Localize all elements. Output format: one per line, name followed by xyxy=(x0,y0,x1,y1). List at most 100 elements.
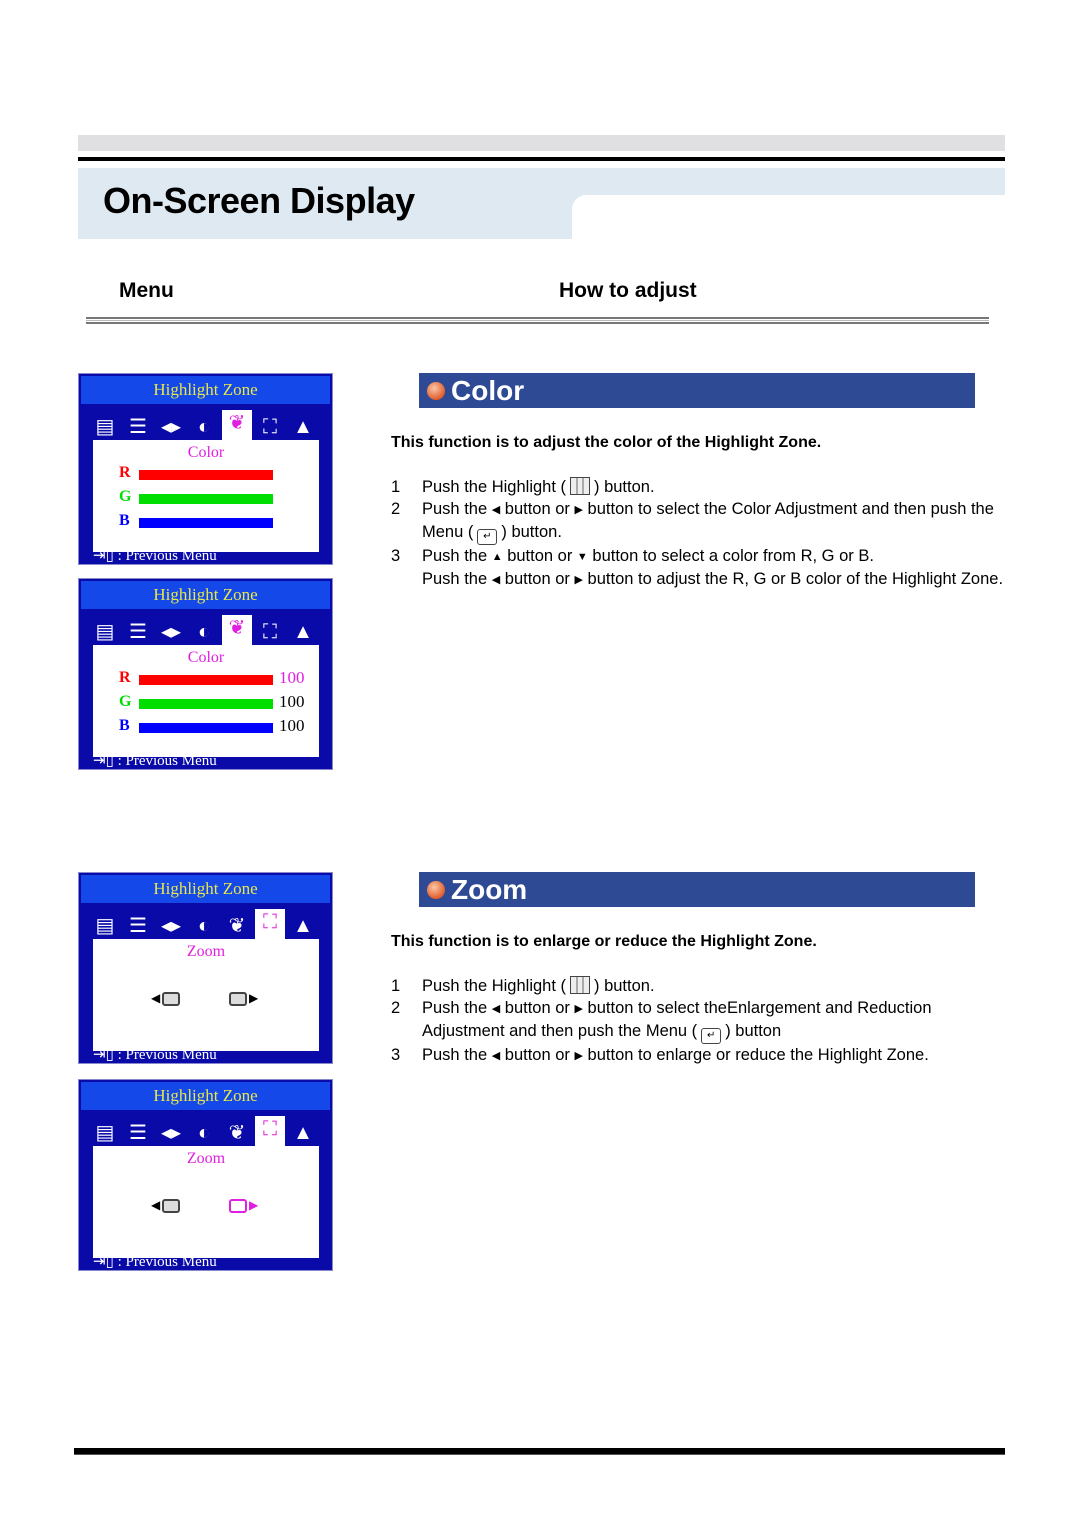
osd-subtitle: Color xyxy=(187,649,225,666)
color-icon: ❦ xyxy=(222,615,252,645)
left-arrow-icon: ◀ xyxy=(491,504,501,516)
step-number: 2 xyxy=(391,500,401,518)
color-channel-bar[interactable] xyxy=(139,470,273,480)
color-channel-bar[interactable] xyxy=(139,723,273,733)
zoom-icon: ⛶ xyxy=(263,416,277,438)
sharpness-icon: ◂▸ xyxy=(160,1122,182,1144)
image-contrast-icon: ◐ xyxy=(197,416,211,438)
osd-screen: Highlight Zone ▤ ☰ ◂▸ ◐ ❦ ⛶ ▲ Zoom ◀ ▶ ⇥▯ : Previou… xyxy=(78,1079,333,1271)
color-channel-label: B xyxy=(119,512,130,529)
image-contrast-icon: ◐ xyxy=(197,621,211,643)
column-header-how-to-adjust: How to adjust xyxy=(559,279,697,302)
color-channel-label: B xyxy=(119,717,130,734)
osd-footer[interactable]: ⇥▯ : Previous Menu xyxy=(93,1045,217,1064)
sharpness-icon: ◂▸ xyxy=(160,621,182,643)
brightness-icon: ▤ xyxy=(95,416,115,438)
color-channel-bar[interactable] xyxy=(139,699,273,709)
menu-button-icon: ↵ xyxy=(477,529,498,545)
color-channel-bar[interactable] xyxy=(139,675,273,685)
brightness-icon: ▤ xyxy=(95,621,115,643)
right-arrow-icon: ▶ xyxy=(574,504,583,516)
zoom-enlarge-control[interactable]: ▶ xyxy=(229,1198,258,1213)
column-header-menu: Menu xyxy=(119,279,174,302)
right-arrow-icon: ▶ xyxy=(249,1198,259,1212)
hue-icon: ▲ xyxy=(293,416,313,438)
osd-title: Highlight Zone xyxy=(81,581,330,609)
section-header-color: Color xyxy=(419,373,975,408)
color-icon: ❦ xyxy=(228,915,246,937)
step-item: 3 Push the ▲ button or ▼ button to select… xyxy=(391,545,1011,568)
zoom-frame-icon xyxy=(162,1198,181,1213)
title-band-notch xyxy=(572,195,1005,245)
osd-footer[interactable]: ⇥▯ : Previous Menu xyxy=(93,546,217,565)
hue-icon: ▲ xyxy=(293,621,313,643)
menu-button-icon: ↵ xyxy=(701,1028,722,1044)
step-item: Push the ◀ button or ▶ button to adjust … xyxy=(391,568,1011,591)
osd-screen: Highlight Zone ▤ ☰ ◂▸ ◐ ❦ ⛶ ▲ Zoom ◀ ▶ ⇥▯ : Previou… xyxy=(78,872,333,1064)
section-title: Zoom xyxy=(451,874,528,905)
zoom-reduce-control[interactable]: ◀ xyxy=(151,1198,181,1213)
sharpness-icon: ◂▸ xyxy=(160,915,182,937)
osd-title: Highlight Zone xyxy=(81,875,330,903)
header-gray-bar xyxy=(78,135,1005,151)
contrast-icon: ☰ xyxy=(129,915,147,937)
step-text: Push the ◀ button or ▶ button to select … xyxy=(422,999,932,1044)
left-arrow-icon: ◀ xyxy=(151,1198,161,1212)
step-number: 1 xyxy=(391,478,401,496)
contrast-icon: ☰ xyxy=(129,1122,147,1144)
hue-icon: ▲ xyxy=(293,915,313,937)
zoom-enlarge-control[interactable]: ▶ xyxy=(229,991,258,1006)
color-channel-value: 100 xyxy=(279,668,305,687)
osd-footer[interactable]: ⇥▯ : Previous Menu xyxy=(93,1252,217,1271)
step-text: Push the ◀ button or ▶ button to adjust … xyxy=(422,570,1004,588)
color-channel-bar[interactable] xyxy=(139,494,273,504)
osd-subtitle: Zoom xyxy=(186,943,226,960)
contrast-icon: ☰ xyxy=(129,416,147,438)
step-text: Push the ◀ button or ▶ button to enlarge… xyxy=(422,1046,929,1064)
zoom-icon: ⛶ xyxy=(263,621,277,643)
step-number: 3 xyxy=(391,1046,401,1064)
section-header-zoom: Zoom xyxy=(419,872,975,907)
osd-title: Highlight Zone xyxy=(81,376,330,404)
osd-icon-row: ▤ ☰ ◂▸ ◐ ❦ ⛶ ▲ xyxy=(93,909,323,939)
osd-footer[interactable]: ⇥▯ : Previous Menu xyxy=(93,751,217,770)
column-header-rule xyxy=(86,317,989,324)
hue-icon: ▲ xyxy=(293,1122,313,1144)
color-channel-bar[interactable] xyxy=(139,518,273,528)
exit-door-icon: ⇥▯ xyxy=(93,548,118,564)
footer-rule xyxy=(74,1448,1005,1455)
zoom-frame-icon xyxy=(162,991,181,1006)
step-item: 3 Push the ◀ button or ▶ button to enlarg… xyxy=(391,1044,1011,1067)
step-item: 1 Push the Highlight () button. xyxy=(391,476,1011,498)
color-steps: 1 Push the Highlight () button. 2 Push the … xyxy=(391,476,1011,591)
sharpness-icon: ◂▸ xyxy=(160,416,182,438)
osd-panel: Zoom ◀ ▶ xyxy=(93,1146,319,1258)
right-arrow-icon: ▶ xyxy=(574,574,583,586)
zoom-frame-icon xyxy=(229,991,247,1006)
zoom-frame-icon xyxy=(229,1198,247,1213)
right-arrow-icon: ▶ xyxy=(574,1050,583,1062)
color-intro: This function is to adjust the color of … xyxy=(391,434,822,451)
contrast-icon: ☰ xyxy=(129,621,147,643)
step-number: 2 xyxy=(391,999,401,1017)
osd-icon-row: ▤ ☰ ◂▸ ◐ ❦ ⛶ ▲ xyxy=(93,615,323,645)
left-arrow-icon: ◀ xyxy=(491,574,501,586)
osd-panel: Zoom ◀ ▶ xyxy=(93,939,319,1051)
previous-menu-label: : Previous Menu xyxy=(117,1254,217,1270)
step-number: 3 xyxy=(391,547,401,565)
zoom-reduce-control[interactable]: ◀ xyxy=(151,991,181,1006)
down-arrow-icon: ▼ xyxy=(576,551,588,563)
osd-screen: Highlight Zone ▤ ☰ ◂▸ ◐ ❦ ⛶ ▲ Color R G B ⇥▯ : Previ… xyxy=(78,373,333,565)
zoom-icon: ⛶ xyxy=(255,1116,285,1146)
bullet-icon xyxy=(427,382,445,400)
left-arrow-icon: ◀ xyxy=(151,991,161,1005)
section-title: Color xyxy=(451,375,525,406)
step-number: 1 xyxy=(391,977,401,995)
osd-screen: Highlight Zone ▤ ☰ ◂▸ ◐ ❦ ⛶ ▲ Color R 100 G 100 B 100 ⇥… xyxy=(78,578,333,770)
left-arrow-icon: ◀ xyxy=(491,1003,501,1015)
step-text: Push the Highlight () button. xyxy=(422,477,655,496)
brightness-icon: ▤ xyxy=(95,1122,115,1144)
zoom-steps: 1 Push the Highlight () button. 2 Push the … xyxy=(391,975,1011,1067)
right-arrow-icon: ▶ xyxy=(249,991,259,1005)
exit-door-icon: ⇥▯ xyxy=(93,753,118,769)
